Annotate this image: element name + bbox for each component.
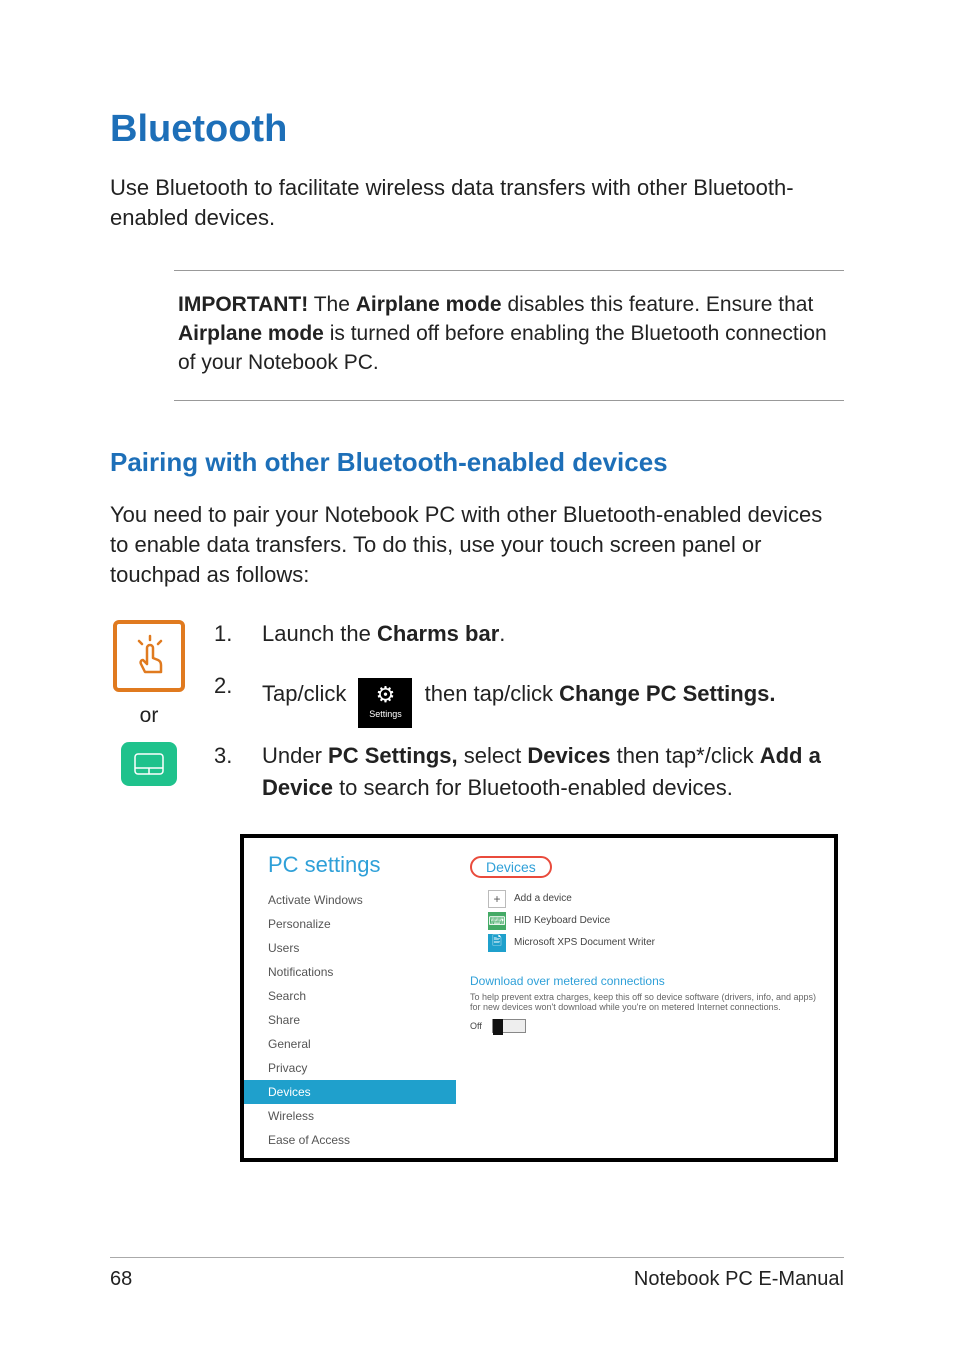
gear-icon: ⚙	[376, 684, 396, 706]
sidebar-search: Search	[244, 984, 456, 1008]
airplane-mode-2: Airplane mode	[178, 322, 324, 345]
sidebar-general: General	[244, 1032, 456, 1056]
toggle-switch	[492, 1019, 526, 1033]
sidebar-share: Share	[244, 1008, 456, 1032]
settings-charm-icon: ⚙ Settings	[358, 678, 412, 728]
step-2: 2. Tap/click ⚙ Settings then tap/click C…	[214, 670, 844, 720]
airplane-mode-1: Airplane mode	[356, 293, 502, 316]
step-2-pre: Tap/click	[262, 681, 352, 706]
important-text-mid: disables this feature. Ensure that	[502, 293, 814, 316]
toggle-knob	[493, 1019, 503, 1035]
step-3-b2: Devices	[527, 743, 610, 768]
step-1: 1. Launch the Charms bar.	[214, 618, 844, 650]
step-3-b1: PC Settings,	[328, 743, 458, 768]
page-number: 68	[110, 1268, 132, 1291]
step-1-number: 1.	[214, 618, 262, 650]
steps-list: 1. Launch the Charms bar. 2. Tap/click ⚙…	[214, 618, 844, 824]
important-text-pre: The	[308, 293, 355, 316]
sidebar-ease-of-access: Ease of Access	[244, 1128, 456, 1152]
off-label: Off	[470, 1021, 482, 1031]
step-3-mid2: then tap*/click	[611, 743, 760, 768]
sidebar-wireless: Wireless	[244, 1104, 456, 1128]
page-footer: 68 Notebook PC E-Manual	[110, 1257, 844, 1291]
settings-content: Devices + Add a device ⌨ HID Keyboard De…	[456, 838, 834, 1158]
sidebar-personalize: Personalize	[244, 912, 456, 936]
step-3-pre: Under	[262, 743, 328, 768]
step-3: 3. Under PC Settings, select Devices the…	[214, 740, 844, 804]
metered-toggle-row: Off	[470, 1019, 818, 1033]
pc-settings-screenshot: PC settings Activate Windows Personalize…	[240, 834, 838, 1162]
step-2-number: 2.	[214, 670, 262, 720]
devices-header-circled: Devices	[470, 856, 552, 878]
touchpad-icon	[121, 742, 177, 786]
footer-title: Notebook PC E-Manual	[634, 1268, 844, 1291]
sidebar-activate-windows: Activate Windows	[244, 888, 456, 912]
intro-paragraph: Use Bluetooth to facilitate wireless dat…	[110, 173, 844, 232]
plus-icon: +	[488, 890, 506, 908]
section-subheading: Pairing with other Bluetooth-enabled dev…	[110, 447, 844, 478]
step-3-post: to search for Bluetooth-enabled devices.	[333, 775, 733, 800]
step-1-pre: Launch the	[262, 621, 377, 646]
page-heading: Bluetooth	[110, 108, 844, 151]
download-description: To help prevent extra charges, keep this…	[470, 992, 818, 1014]
step-2-bold: Change PC Settings.	[559, 681, 775, 706]
step-3-number: 3.	[214, 740, 262, 804]
important-note: IMPORTANT! The Airplane mode disables th…	[174, 270, 844, 401]
pairing-intro: You need to pair your Notebook PC with o…	[110, 500, 844, 590]
input-method-icons: or	[110, 618, 188, 786]
sidebar-devices: Devices	[244, 1080, 456, 1104]
or-label: or	[140, 704, 159, 728]
sidebar-privacy: Privacy	[244, 1056, 456, 1080]
pc-settings-title: PC settings	[244, 852, 456, 888]
touchscreen-icon	[113, 620, 185, 692]
important-label: IMPORTANT!	[178, 293, 308, 316]
steps-container: or 1. Launch the Charms bar. 2. Tap/cli	[110, 618, 844, 824]
add-device-row: + Add a device	[488, 890, 818, 908]
keyboard-device-row: ⌨ HID Keyboard Device	[488, 912, 818, 930]
keyboard-icon: ⌨	[488, 912, 506, 930]
add-device-label: Add a device	[514, 893, 572, 904]
settings-sidebar: PC settings Activate Windows Personalize…	[244, 838, 456, 1158]
xps-device-row: 🖹 Microsoft XPS Document Writer	[488, 934, 818, 952]
settings-charm-label: Settings	[369, 708, 402, 721]
step-2-mid: then tap/click	[425, 681, 560, 706]
keyboard-device-label: HID Keyboard Device	[514, 915, 610, 926]
step-1-bold: Charms bar	[377, 621, 499, 646]
sidebar-notifications: Notifications	[244, 960, 456, 984]
step-1-post: .	[499, 621, 505, 646]
xps-device-label: Microsoft XPS Document Writer	[514, 937, 655, 948]
download-header: Download over metered connections	[470, 974, 818, 988]
document-icon: 🖹	[488, 934, 506, 952]
step-3-mid1: select	[458, 743, 528, 768]
sidebar-users: Users	[244, 936, 456, 960]
